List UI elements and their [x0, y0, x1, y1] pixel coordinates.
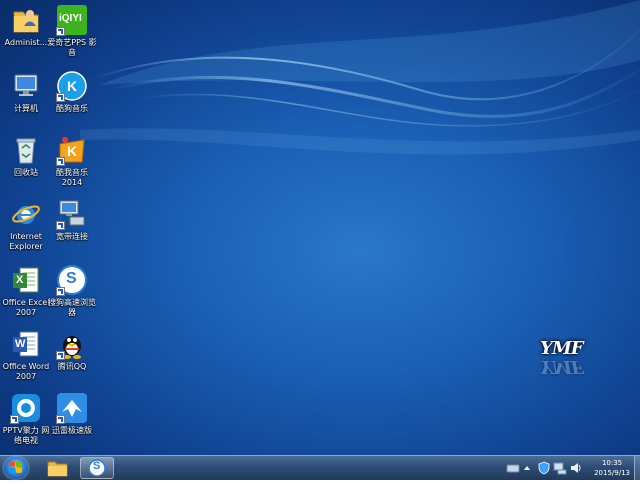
- desktop-icon-kugou[interactable]: K 酷狗音乐: [46, 70, 98, 114]
- start-button[interactable]: [4, 457, 28, 479]
- icon-label: PPTV聚力 网络电视: [2, 426, 50, 445]
- icon-label: Internet Explorer: [9, 232, 43, 251]
- kugou-letter: K: [67, 78, 78, 94]
- shortcut-arrow-icon: [10, 415, 19, 424]
- kugou-icon: K: [56, 70, 88, 102]
- clock-date: 2015/9/13: [594, 469, 630, 477]
- computer-icon: [10, 70, 42, 102]
- sogou-letter: S: [93, 460, 101, 472]
- word-letter: W: [15, 338, 26, 350]
- desktop-icon-iqiyi[interactable]: iQIYI 爱奇艺PPS 影音: [46, 4, 98, 58]
- desktop-icon-office-excel[interactable]: X Office Excel 2007: [0, 264, 52, 318]
- desktop-icon-kuwo[interactable]: K 酷我音乐 2014: [46, 134, 98, 188]
- desktop-icon-sogou-browser[interactable]: S 搜狗高速浏览器: [46, 264, 98, 318]
- xunlei-icon: [56, 392, 88, 424]
- taskbar: S 10:35 2015/9/13: [0, 455, 640, 480]
- excel-icon: X: [10, 264, 42, 296]
- desktop-icon-pptv[interactable]: PPTV聚力 网络电视: [0, 392, 52, 446]
- icon-label: 爱奇艺PPS 影音: [47, 38, 97, 57]
- shortcut-arrow-icon: [56, 415, 65, 424]
- taskbar-explorer-button[interactable]: [40, 457, 74, 479]
- show-desktop-button[interactable]: [634, 456, 640, 480]
- icon-label: 宽带连接: [56, 232, 88, 241]
- icon-label: 酷我音乐 2014: [56, 168, 88, 187]
- taskbar-sogou-button[interactable]: S: [80, 457, 114, 479]
- icon-label: 计算机: [14, 104, 38, 113]
- clock-time: 10:35: [601, 459, 623, 467]
- desktop-icon-broadband[interactable]: 宽带连接: [46, 198, 98, 242]
- desktop[interactable]: YMF YMF Administ... 计算机 回收站 Internet Exp…: [0, 0, 640, 455]
- sogou-letter: S: [66, 270, 77, 287]
- shortcut-arrow-icon: [56, 221, 65, 230]
- kuwo-icon: K: [56, 134, 88, 166]
- desktop-icon-qq[interactable]: 腾讯QQ: [46, 328, 98, 372]
- wallpaper-logo: YMF YMF: [540, 338, 584, 377]
- pptv-icon: [10, 392, 42, 424]
- shortcut-arrow-icon: [56, 93, 65, 102]
- icon-label: 搜狗高速浏览器: [48, 298, 96, 317]
- sogou-icon: S: [56, 264, 88, 296]
- desktop-icon-xunlei[interactable]: 迅雷极速版: [46, 392, 98, 436]
- iqiyi-icon: iQIYI: [56, 4, 88, 36]
- icon-label: 回收站: [14, 168, 38, 177]
- network-icon: [56, 198, 88, 230]
- qq-icon: [56, 328, 88, 360]
- desktop-icon-office-word[interactable]: W Office Word 2007: [0, 328, 52, 382]
- icon-label: Office Excel 2007: [2, 298, 50, 317]
- taskbar-clock[interactable]: 10:35 2015/9/13: [594, 458, 630, 478]
- icon-label: 迅雷极速版: [52, 426, 92, 435]
- excel-letter: X: [16, 274, 24, 286]
- shortcut-arrow-icon: [56, 287, 65, 296]
- kuwo-letter: K: [67, 143, 78, 159]
- keyboard-icon[interactable]: [506, 461, 520, 475]
- shortcut-arrow-icon: [56, 351, 65, 360]
- icon-label: 酷狗音乐: [56, 104, 88, 113]
- shortcut-arrow-icon: [56, 157, 65, 166]
- desktop-icon-internet-explorer[interactable]: Internet Explorer: [0, 198, 52, 252]
- network-tray-icon[interactable]: [553, 461, 567, 475]
- volume-icon[interactable]: [569, 461, 583, 475]
- icon-label: Office Word 2007: [2, 362, 50, 381]
- shortcut-arrow-icon: [56, 27, 65, 36]
- ie-icon: [10, 198, 42, 230]
- word-icon: W: [10, 328, 42, 360]
- iqiyi-text: iQIYI: [59, 13, 82, 24]
- show-hidden-icons-arrow[interactable]: [522, 461, 532, 475]
- desktop-icon-recycle-bin[interactable]: 回收站: [0, 134, 52, 178]
- shield-icon[interactable]: [537, 461, 551, 475]
- desktop-icon-administrator[interactable]: Administ...: [0, 4, 52, 48]
- folder-icon: [47, 461, 68, 477]
- windows-logo-icon: [9, 461, 22, 473]
- desktop-icon-computer[interactable]: 计算机: [0, 70, 52, 114]
- icon-label: Administ...: [4, 38, 48, 47]
- user-folder-icon: [10, 4, 42, 36]
- recycle-bin-icon: [10, 134, 42, 166]
- icon-label: 腾讯QQ: [57, 362, 87, 371]
